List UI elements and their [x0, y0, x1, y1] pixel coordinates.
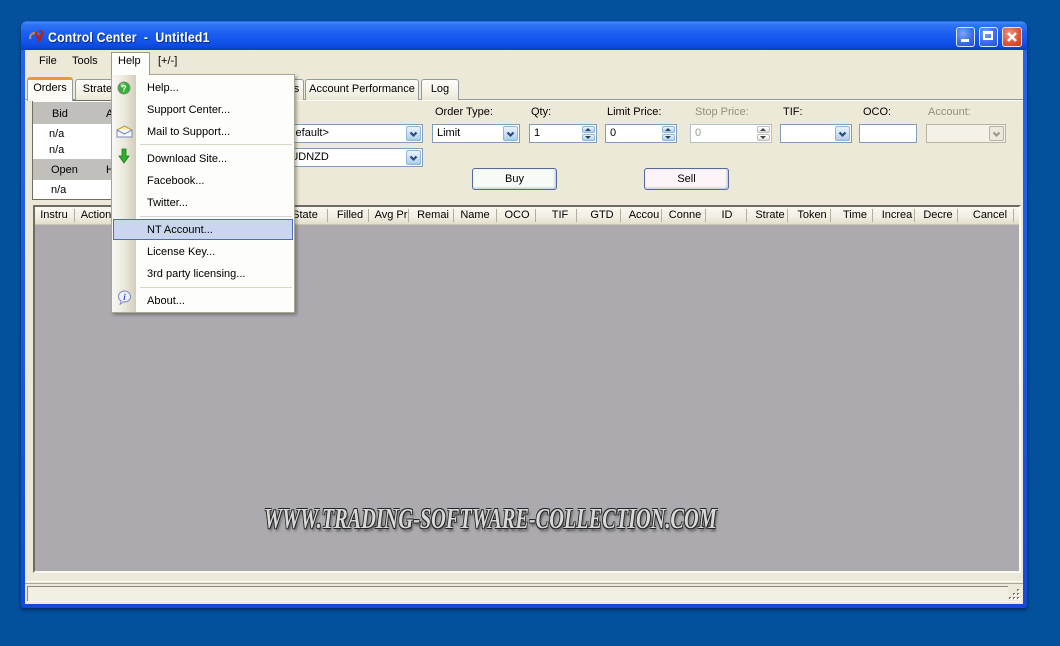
svg-text:?: ? — [121, 84, 127, 94]
